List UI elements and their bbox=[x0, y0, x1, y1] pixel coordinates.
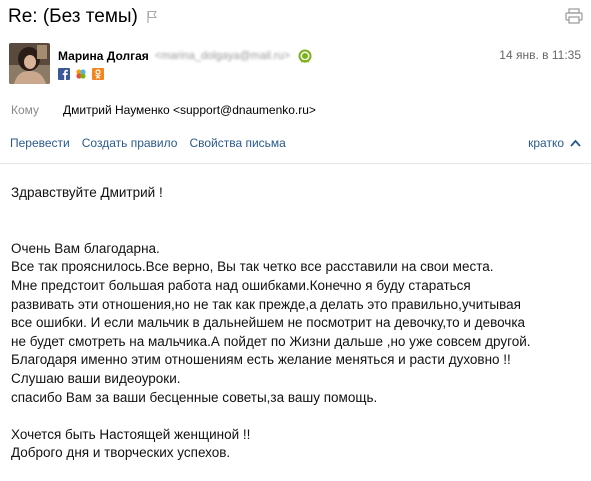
recipient-row: Кому Дмитрий Науменко <support@dnaumenko… bbox=[11, 103, 316, 117]
sender-avatar[interactable] bbox=[9, 43, 50, 84]
sender-name[interactable]: Марина Долгая bbox=[58, 49, 149, 63]
verified-icon bbox=[298, 49, 312, 63]
message-subject: Re: (Без темы) bbox=[8, 6, 138, 27]
create-rule-link[interactable]: Создать правило bbox=[82, 136, 178, 150]
body-line: развивать эти отношения,но не так как пр… bbox=[11, 296, 521, 312]
chevron-up-icon bbox=[570, 139, 581, 147]
print-icon[interactable] bbox=[565, 8, 583, 24]
greeting: Здравствуйте Дмитрий ! bbox=[11, 185, 163, 200]
sender-social-links bbox=[58, 68, 104, 80]
body-line: Мне предстоит большая работа над ошибкам… bbox=[11, 277, 471, 293]
recipient-value[interactable]: Дмитрий Науменко <support@dnaumenko.ru> bbox=[63, 103, 316, 117]
brief-toggle[interactable]: кратко bbox=[528, 136, 581, 150]
body-line: Очень Вам благодарна. bbox=[11, 240, 160, 256]
flag-icon[interactable] bbox=[146, 10, 158, 24]
odnoklassniki-icon[interactable] bbox=[92, 68, 104, 80]
sender-line: Марина Долгая <marina_dolgaya@mail.ru> bbox=[58, 49, 312, 63]
recipient-label: Кому bbox=[11, 103, 40, 117]
closing-line: Хочется быть Настоящей женщиной !! bbox=[11, 426, 251, 442]
body-line: Слушаю ваши видеоуроки. bbox=[11, 370, 181, 386]
facebook-icon[interactable] bbox=[58, 68, 70, 80]
message-actions: Перевести Создать правило Свойства письм… bbox=[10, 136, 581, 150]
message-properties-link[interactable]: Свойства письма bbox=[189, 136, 285, 150]
body-line: Все так прояснилось.Все верно, Вы так че… bbox=[11, 259, 494, 275]
body-line: все ошибки. И если мальчик в дальнейшем … bbox=[11, 315, 526, 331]
message-body: Здравствуйте Дмитрий ! Очень Вам благода… bbox=[11, 184, 586, 463]
subject-row: Re: (Без темы) bbox=[8, 4, 583, 30]
message-date: 14 янв. в 11:35 bbox=[499, 48, 581, 62]
translate-link[interactable]: Перевести bbox=[10, 136, 70, 150]
brief-label: кратко bbox=[528, 136, 564, 150]
closing-line: Доброго дня и творческих успехов. bbox=[11, 445, 231, 461]
header-divider bbox=[0, 163, 591, 164]
sender-email: <marina_dolgaya@mail.ru> bbox=[154, 50, 291, 62]
body-line: Благодаря именно этим отношениям есть же… bbox=[11, 352, 511, 368]
mail-agent-icon[interactable] bbox=[75, 68, 87, 80]
body-line: не будет смотреть на мальчика.А пойдет п… bbox=[11, 333, 531, 349]
body-line: спасибо Вам за ваши бесценные советы,за … bbox=[11, 389, 378, 405]
